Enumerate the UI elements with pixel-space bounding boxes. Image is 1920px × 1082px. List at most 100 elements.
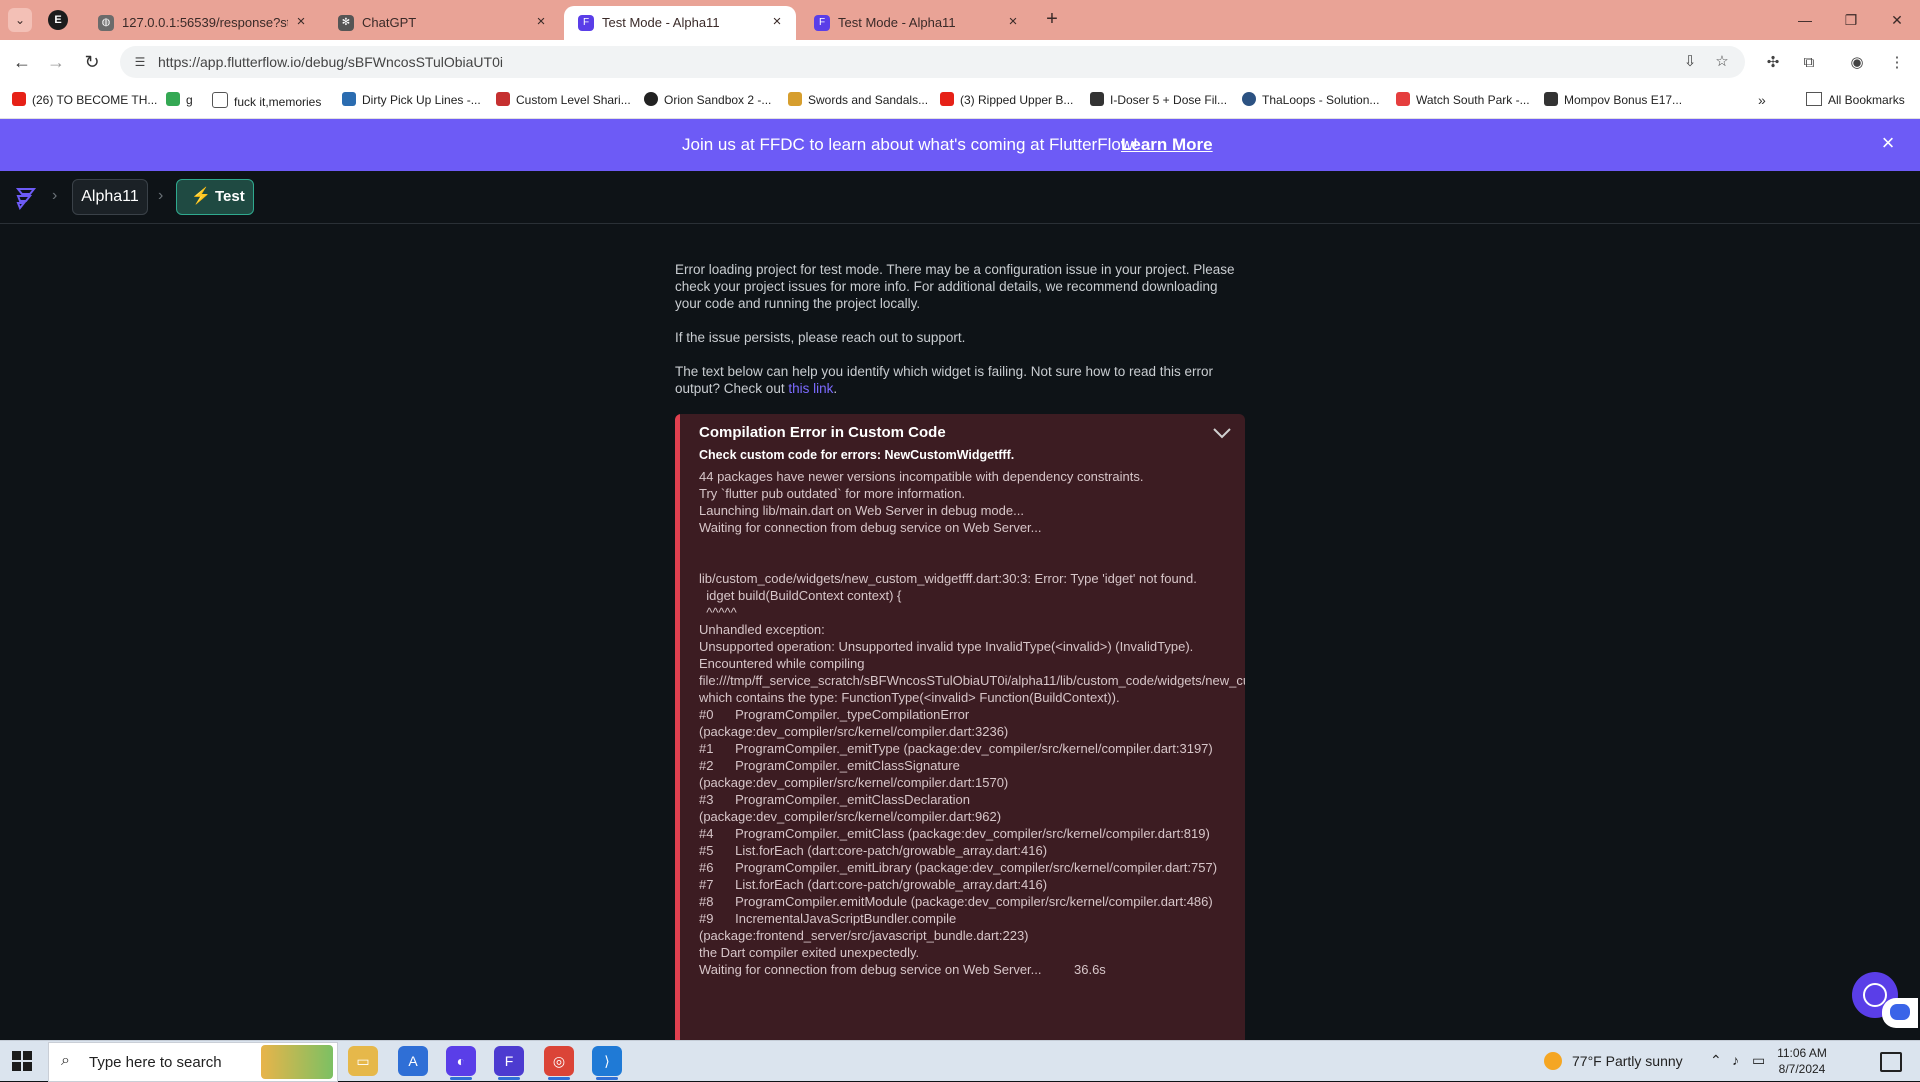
browser-menu-icon[interactable]: ⋮ (1886, 52, 1908, 74)
tab-search-chevron-icon[interactable]: ⌄ (8, 8, 32, 32)
tab-test-mode-active[interactable]: F Test Mode - Alpha11 × (564, 6, 796, 40)
extensions-puzzle-icon[interactable]: ⧉ (1798, 52, 1820, 74)
bookmark-item[interactable]: fuck it,memories (212, 92, 321, 110)
install-app-icon[interactable]: ⇩ (1680, 52, 1700, 72)
search-icon: ⌕ (61, 1052, 70, 1069)
url-text[interactable]: https://app.flutterflow.io/debug/sBFWnco… (158, 54, 503, 70)
discord-icon[interactable]: ◐ (446, 1046, 476, 1080)
bookmark-item[interactable]: g (166, 92, 193, 110)
bookmark-item[interactable]: Custom Level Shari... (496, 92, 631, 110)
learn-more-link[interactable]: Learn More (1121, 135, 1213, 155)
reload-icon[interactable]: ↻ (80, 50, 104, 74)
breadcrumb-chevron-icon: › (158, 187, 164, 204)
bookmark-item[interactable]: ThaLoops - Solution... (1242, 92, 1379, 110)
bookmark-item[interactable]: Mompov Bonus E17... (1544, 92, 1682, 110)
vscode-icon[interactable]: ⟩ (592, 1046, 622, 1080)
profile-avatar-icon[interactable]: ◉ (1846, 52, 1868, 74)
tab-test-mode[interactable]: F Test Mode - Alpha11 × (800, 6, 1032, 40)
chrome-icon[interactable]: ◎ (544, 1046, 574, 1080)
thaloops-icon (1242, 92, 1256, 106)
southpark-icon (1396, 92, 1410, 106)
error-log: 44 packages have newer versions incompat… (699, 469, 1245, 977)
forward-arrow-icon[interactable]: → (44, 50, 68, 74)
breadcrumb-project[interactable]: Alpha11 (72, 179, 148, 215)
browser-toolbar: ← → ↻ ☰ https://app.flutterflow.io/debug… (0, 40, 1920, 84)
bookmarks-bar: (26) TO BECOME TH... g fuck it,memories … (0, 84, 1920, 119)
idoser-icon (1090, 92, 1104, 106)
help-link[interactable]: this link (788, 381, 833, 396)
site-icon (342, 92, 356, 106)
bookmark-item[interactable]: I-Doser 5 + Dose Fil... (1090, 92, 1227, 110)
breadcrumb-test-mode[interactable]: ⚡ Test (176, 179, 254, 215)
tab-close-icon[interactable]: × (768, 13, 786, 31)
weather-widget[interactable]: 77°F Partly sunny (1544, 1052, 1683, 1070)
help-text: The text below can help you identify whi… (675, 364, 1214, 396)
taskbar-search[interactable]: ⌕ Type here to search (48, 1042, 338, 1082)
breadcrumb-chevron-icon: › (52, 187, 58, 204)
openai-icon: ✻ (338, 15, 354, 31)
bookmark-item[interactable]: Orion Sandbox 2 -... (644, 92, 771, 110)
mompov-icon (1544, 92, 1558, 106)
banner-close-icon[interactable]: × (1876, 131, 1900, 155)
bookmark-item[interactable]: Watch South Park -... (1396, 92, 1530, 110)
partly-sunny-icon (1544, 1052, 1562, 1070)
flutterflow-icon: F (578, 15, 594, 31)
network-icon[interactable]: ▭ (1752, 1052, 1765, 1069)
app-header: › Alpha11 › ⚡ Test (0, 171, 1920, 224)
folder-icon (212, 92, 228, 108)
tab-close-icon[interactable]: × (1004, 13, 1022, 31)
banner-text: Join us at FFDC to learn about what's co… (682, 135, 1138, 154)
windows-start-icon[interactable] (12, 1051, 32, 1071)
support-note: If the issue persists, please reach out … (675, 330, 966, 345)
address-bar[interactable]: ☰ https://app.flutterflow.io/debug/sBFWn… (120, 46, 1745, 78)
chevron-down-icon[interactable] (1211, 422, 1233, 444)
youtube-icon (12, 92, 26, 106)
tab-close-icon[interactable]: × (292, 13, 310, 31)
bookmark-item[interactable]: Swords and Sandals... (788, 92, 928, 110)
minimize-icon[interactable]: — (1782, 0, 1828, 40)
taskbar-clock[interactable]: 11:06 AM 8/7/2024 (1772, 1045, 1832, 1077)
error-accent-bar (675, 414, 680, 1040)
compilation-error-card: Compilation Error in Custom Code Check c… (675, 414, 1245, 1040)
error-subtitle: Check custom code for errors: NewCustomW… (699, 448, 1015, 462)
extension-pin-icon[interactable]: ✣ (1762, 52, 1784, 74)
site-info-icon[interactable]: ☰ (130, 52, 150, 72)
search-highlight-image (261, 1045, 333, 1079)
bookmark-item[interactable]: Dirty Pick Up Lines -... (342, 92, 481, 110)
orion-icon (644, 92, 658, 106)
browser-tab-strip: ⌄ E ◍ 127.0.0.1:56539/response?state × ✻… (0, 0, 1920, 40)
store-app-icon[interactable]: A (398, 1046, 428, 1076)
new-tab-plus-icon[interactable]: + (1040, 8, 1064, 32)
flutterflow-icon: F (814, 15, 830, 31)
error-title: Compilation Error in Custom Code (699, 424, 946, 441)
sword-icon (788, 92, 802, 106)
pinned-tab[interactable]: E (48, 10, 68, 30)
drive-icon (166, 92, 180, 106)
bookmark-item[interactable]: (3) Ripped Upper B... (940, 92, 1073, 110)
bookmarks-overflow-icon[interactable]: » (1758, 92, 1766, 108)
k-icon (496, 92, 510, 106)
tab-close-icon[interactable]: × (532, 13, 550, 31)
window-close-icon[interactable]: ✕ (1874, 0, 1920, 40)
flutterflow-logo-icon[interactable] (12, 185, 38, 211)
lightning-icon: ⚡ (191, 188, 211, 205)
youtube-icon (940, 92, 954, 106)
globe-icon: ◍ (98, 15, 114, 31)
announcement-banner: Join us at FFDC to learn about what's co… (0, 119, 1920, 171)
bookmark-item[interactable]: (26) TO BECOME TH... (12, 92, 157, 110)
error-intro: Error loading project for test mode. The… (675, 262, 1235, 311)
file-explorer-icon[interactable]: ▭ (348, 1046, 378, 1076)
bookmark-star-icon[interactable]: ☆ (1712, 52, 1732, 72)
flutterflow-app-icon[interactable]: F (494, 1046, 524, 1080)
tray-overflow-icon[interactable]: ⌃ (1710, 1052, 1722, 1069)
folder-icon (1806, 92, 1822, 106)
error-message: Error loading project for test mode. The… (675, 261, 1245, 414)
back-arrow-icon[interactable]: ← (10, 50, 34, 74)
volume-icon[interactable]: ♪ (1732, 1052, 1739, 1068)
all-bookmarks[interactable]: All Bookmarks (1806, 92, 1905, 107)
assistant-bot-icon[interactable] (1882, 998, 1918, 1028)
tab-chatgpt[interactable]: ✻ ChatGPT × (324, 6, 560, 40)
tab-localhost[interactable]: ◍ 127.0.0.1:56539/response?state × (84, 6, 320, 40)
notifications-icon[interactable] (1880, 1052, 1902, 1072)
restore-icon[interactable]: ❐ (1828, 0, 1874, 40)
